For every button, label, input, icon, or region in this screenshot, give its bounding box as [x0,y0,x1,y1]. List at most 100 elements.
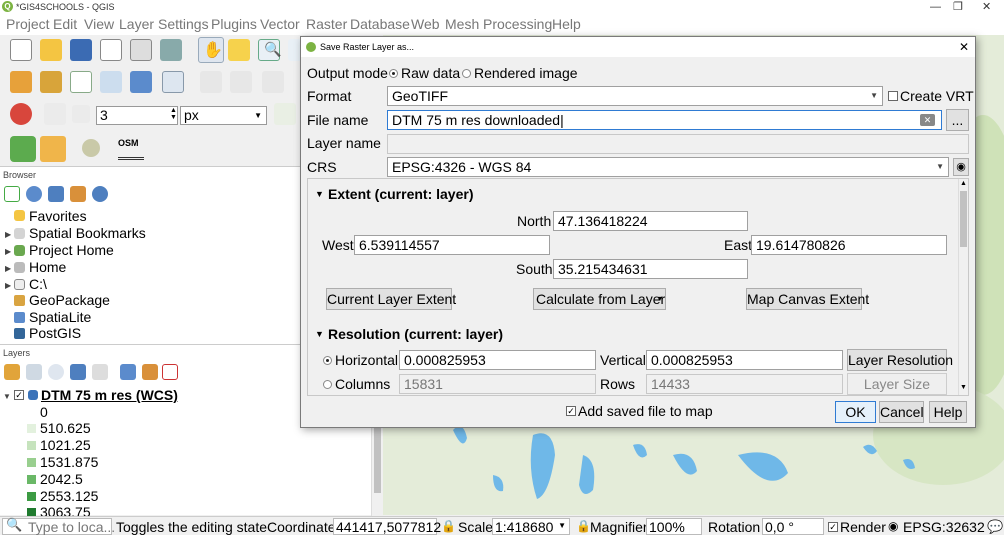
crs-select[interactable]: EPSG:4326 - WGS 84 ▼ [387,157,949,177]
browser-item-c-drive[interactable]: C:\ [29,276,47,292]
snap-tolerance-input[interactable]: 3 [96,106,178,125]
layers-scrollbar[interactable] [371,413,383,516]
locator-search-input[interactable]: 🔍 Type to loca... [2,517,115,535]
menu-database[interactable]: Database [350,16,410,32]
add-to-map-checkbox[interactable]: ✓ [566,406,576,416]
menu-raster[interactable]: Raster [306,16,347,32]
zoom-in-icon[interactable]: 🔍 [258,39,281,61]
cancel-button[interactable]: Cancel [879,401,924,423]
raw-data-radio[interactable] [389,69,398,78]
expand-icon[interactable]: ▶ [5,264,11,273]
menu-processing[interactable]: Processing [483,16,552,32]
topology-editing-icon[interactable] [274,103,296,125]
file-name-input[interactable]: DTM 75 m res downloaded| ✕ [387,110,942,130]
minimize-icon[interactable]: — [930,0,941,14]
close-dialog-icon[interactable]: ✕ [959,37,969,57]
horizontal-label[interactable]: Horizontal [335,352,398,368]
style-manager-icon[interactable] [160,39,182,61]
processing-toolbox-icon[interactable] [40,136,66,162]
horizontal-radio[interactable] [323,356,332,365]
create-vrt-label[interactable]: Create VRT [900,88,974,104]
add-raster-icon[interactable] [100,71,122,93]
menu-plugins[interactable]: Plugins [211,16,257,32]
rendered-image-label[interactable]: Rendered image [474,65,578,81]
calculate-from-layer-button[interactable]: Calculate from Layer ▾ [533,288,666,310]
coordinate-input[interactable]: 441417,5077812 [333,518,441,535]
plugin-globe-icon[interactable] [82,139,100,157]
collapse-resolution-icon[interactable]: ▼ [315,329,324,339]
crs-globe-icon[interactable]: ◉ [888,519,898,533]
data-source-manager-icon[interactable] [10,71,32,93]
menu-layer[interactable]: Layer [119,16,154,32]
create-vrt-checkbox[interactable] [888,91,898,101]
filter-legend-icon[interactable] [70,364,86,380]
layer-visibility-checkbox[interactable]: ✓ [14,390,24,400]
snap-unit-select[interactable]: px ▼ [180,106,267,125]
menu-settings[interactable]: Settings [158,16,209,32]
magnifier-input[interactable]: 100% [646,518,702,535]
scale-lock-icon[interactable]: 🔒 [441,519,456,533]
expand-icon[interactable]: ▶ [5,247,11,256]
spinner-arrows-icon[interactable]: ▲ ▼ [170,107,177,121]
menu-edit[interactable]: Edit [53,16,77,32]
scrollbar-thumb[interactable] [960,191,967,247]
menu-help[interactable]: Help [552,16,581,32]
layer-name-input[interactable] [387,134,969,154]
manage-map-themes-icon[interactable] [48,364,64,380]
menu-vector[interactable]: Vector [260,16,300,32]
layer-resolution-button[interactable]: Layer Resolution [847,349,953,371]
north-input[interactable]: 47.136418224 [553,211,748,231]
add-mesh-icon[interactable] [130,71,152,93]
render-checkbox[interactable]: ✓ [828,522,838,532]
open-project-icon[interactable] [40,39,62,61]
crs-selector-icon[interactable]: ◉ [953,158,969,176]
snap-vertex-icon[interactable] [44,103,66,125]
add-vector-icon[interactable] [70,71,92,93]
pan-icon[interactable]: ✋ [198,37,224,63]
maximize-icon[interactable]: ❐ [953,0,963,14]
browser-item-project-home[interactable]: Project Home [29,242,114,258]
menu-web[interactable]: Web [411,16,440,32]
magnifier-lock-icon[interactable]: 🔒 [576,519,591,533]
refresh-icon[interactable] [26,186,42,202]
format-select[interactable]: GeoTIFF ▼ [387,86,883,106]
pan-to-selection-icon[interactable] [228,39,250,61]
browser-item-spatialite[interactable]: SpatiaLite [29,309,91,325]
layer-styling-icon[interactable] [4,364,20,380]
raw-data-label[interactable]: Raw data [401,65,460,81]
columns-radio[interactable] [323,380,332,389]
browser-item-spatial-bookmarks[interactable]: Spatial Bookmarks [29,225,146,241]
snap-mode-icon[interactable] [72,105,90,123]
browser-item-home[interactable]: Home [29,259,66,275]
layer-size-button[interactable]: Layer Size [847,373,947,395]
rendered-image-radio[interactable] [462,69,471,78]
scroll-down-icon[interactable]: ▼ [960,384,967,391]
layer-name[interactable]: DTM 75 m res (WCS) [41,387,178,403]
rotation-input[interactable]: 0,0 ° [762,518,824,535]
west-input[interactable]: 6.539114557 [354,235,550,255]
options-scrollbar[interactable]: ▲ ▼ [958,179,968,395]
collapse-extent-icon[interactable]: ▼ [315,189,324,199]
clear-text-icon[interactable]: ✕ [920,114,935,126]
scale-combo[interactable]: 1:418680 ▼ [492,518,570,535]
browser-item-favorites[interactable]: Favorites [29,208,87,224]
resolution-header[interactable]: Resolution (current: layer) [328,326,503,342]
new-project-icon[interactable] [10,39,32,61]
locator-search-icon[interactable] [10,136,36,162]
menu-view[interactable]: View [84,16,114,32]
browse-file-button[interactable]: ... [946,109,969,131]
browser-item-postgis[interactable]: PostGIS [29,325,81,341]
collapse-all-icon[interactable] [70,186,86,202]
layout-manager-icon[interactable] [130,39,152,61]
menu-project[interactable]: Project [6,16,50,32]
save-project-icon[interactable] [70,39,92,61]
menu-mesh[interactable]: Mesh [445,16,479,32]
columns-label[interactable]: Columns [335,376,390,392]
properties-icon[interactable] [92,186,108,202]
add-wms-icon[interactable] [162,71,184,93]
expand-icon[interactable]: ▶ [5,230,11,239]
snapping-magnet-icon[interactable] [10,103,32,125]
add-group-icon[interactable] [26,364,42,380]
current-layer-extent-button[interactable]: Current Layer Extent [326,288,456,310]
expand-all-icon[interactable] [120,364,136,380]
